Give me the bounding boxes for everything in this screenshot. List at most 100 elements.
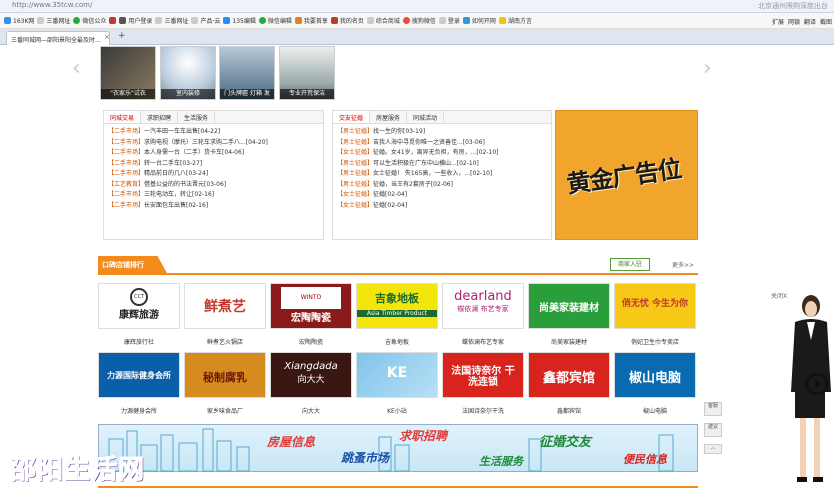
shop-name[interactable]: 宏陶陶瓷: [270, 337, 352, 346]
carousel-next-icon[interactable]: ›: [703, 56, 712, 81]
shop-logo[interactable]: 俏无忧 今生为你: [614, 283, 696, 329]
shop-name[interactable]: 康辉旅行社: [98, 337, 180, 346]
bookmark[interactable]: 登录: [438, 16, 460, 25]
photo-item[interactable]: 室内装修: [160, 46, 216, 100]
bookmark[interactable]: 搜狗微信: [402, 16, 436, 25]
list-item[interactable]: 【男士征婚】找一生的你[03-19]: [333, 127, 551, 138]
bank-button[interactable]: 网银: [788, 17, 800, 26]
bookmark[interactable]: 微信公众: [73, 16, 106, 25]
shop-logo[interactable]: 秘制腐乳: [184, 352, 266, 398]
bookmark[interactable]: 我的名页: [330, 16, 364, 25]
tab-events[interactable]: 同城活动: [407, 111, 445, 123]
url-text[interactable]: http://www.35tcw.com/: [12, 1, 92, 9]
bookmark[interactable]: [109, 17, 117, 24]
item-title[interactable]: 女士征婚！ 失165高，一些收入，...: [373, 170, 470, 177]
shop-name[interactable]: 力源健身会所: [98, 406, 180, 415]
item-title[interactable]: 找一生的你: [373, 128, 403, 135]
shop-name[interactable]: 家乡味食品厂: [184, 406, 266, 415]
item-title[interactable]: 可以生活积极在广东中山横山...: [373, 160, 457, 167]
banner-flea-market[interactable]: 跳蚤市场: [341, 449, 389, 466]
shop-name[interactable]: 俏妃卫生巾专卖店: [614, 337, 696, 346]
shop-name[interactable]: 吉象地板: [356, 337, 438, 346]
gold-ad-slot[interactable]: 黄金广告位: [555, 110, 698, 240]
list-item[interactable]: 【男士征婚】苦我人海中寻觅你唯一之贤善佳...[03-06]: [333, 138, 551, 149]
shop-logo[interactable]: 鑫都宾馆: [528, 352, 610, 398]
list-item[interactable]: 【工艺教育】借基公益的的书法晋元[03-06]: [104, 180, 323, 191]
item-title[interactable]: 征婚。女41岁，离异无负担，有房，...: [373, 149, 476, 156]
item-title[interactable]: 三轮电动车，转让: [144, 191, 192, 198]
more-link[interactable]: 更多>>: [672, 260, 694, 269]
shop-logo[interactable]: Xiangdada 向大大: [270, 352, 352, 398]
back-to-top-icon[interactable]: ︿: [704, 444, 722, 454]
customer-service-button[interactable]: 客服: [704, 402, 722, 416]
search-hint[interactable]: 北京通州限购深度出台: [758, 1, 828, 11]
bookmark[interactable]: 产品·云: [191, 16, 220, 25]
shop-logo[interactable]: 力源国际健身会所: [98, 352, 180, 398]
tab-life[interactable]: 生活服务: [178, 111, 216, 123]
banner-life-service[interactable]: 生活服务: [479, 453, 523, 469]
shop-name[interactable]: 法国诗奈尔干洗: [442, 406, 524, 415]
address-bar[interactable]: http://www.35tcw.com/ 北京通州限购深度出台: [0, 0, 834, 13]
new-tab-icon[interactable]: +: [118, 31, 126, 41]
item-title[interactable]: 长安面包车出售: [144, 202, 186, 209]
tab-dating[interactable]: 交友征婚: [333, 111, 371, 123]
extension-button[interactable]: 扩展: [772, 17, 784, 26]
item-title[interactable]: 征婚: [373, 191, 385, 198]
list-item[interactable]: 【二手市场】三轮电动车，转让[02-16]: [104, 190, 323, 201]
banner-housing[interactable]: 房屋信息: [267, 433, 315, 450]
bookmark[interactable]: 三番网址: [155, 16, 188, 25]
item-title[interactable]: 征婚: [373, 202, 385, 209]
list-item[interactable]: 【女士征婚】征婚[02-04]: [333, 201, 551, 212]
list-item[interactable]: 【女士征婚】征婚[02-04]: [333, 190, 551, 201]
list-item[interactable]: 【二手市场】长安面包车出售[02-16]: [104, 201, 323, 212]
banner-dating[interactable]: 征婚交友: [539, 431, 591, 450]
photo-item[interactable]: "衣家乐"试衣: [100, 46, 156, 100]
tab-active[interactable]: 三番同城网—邵阳景阳全最及时...: [6, 31, 110, 45]
shop-name[interactable]: KE小站: [356, 406, 438, 415]
shop-name[interactable]: 椒山电脑: [614, 406, 696, 415]
merchant-join-button[interactable]: 商家入驻: [610, 258, 650, 271]
bookmark[interactable]: 湖南方言: [498, 16, 532, 25]
photo-item[interactable]: 专业开荒保洁: [279, 46, 335, 100]
shop-name[interactable]: 向大大: [270, 406, 352, 415]
list-item[interactable]: 【男士征婚】女士征婚！ 失165高，一些收入，...[02-10]: [333, 169, 551, 180]
item-title[interactable]: 本人身需一台（二手）货卡车: [144, 149, 222, 156]
shop-logo[interactable]: 椒山电脑: [614, 352, 696, 398]
item-title[interactable]: 一汽丰田一车车出售: [144, 128, 198, 135]
shop-logo[interactable]: 吉象地板 Asia Timber Product: [356, 283, 438, 329]
shop-logo[interactable]: 尚美家装建材: [528, 283, 610, 329]
list-item[interactable]: 【二手市场】求购电视（摩托）三轮车求购二手八...[04-20]: [104, 138, 323, 149]
spokesperson-figure[interactable]: [785, 292, 833, 490]
item-title[interactable]: 借基公益的的书法晋元: [144, 181, 204, 188]
tab-trade[interactable]: 同城交易: [104, 111, 142, 123]
list-item[interactable]: 【二手市场】一汽丰田一车车出售[04-22]: [104, 127, 323, 138]
bookmark[interactable]: 135编辑: [223, 16, 256, 25]
shop-logo[interactable]: CCT 康辉旅游: [98, 283, 180, 329]
shop-name[interactable]: 鲜煮艺火锅店: [184, 337, 266, 346]
shop-logo[interactable]: 法国诗奈尔 干洗连锁: [442, 352, 524, 398]
shop-logo[interactable]: WINTO 宏陶陶瓷: [270, 283, 352, 329]
bookmark[interactable]: 163K网: [4, 16, 34, 25]
shop-name[interactable]: 鑫都宾馆: [528, 406, 610, 415]
list-item[interactable]: 【二手市场】本人身需一台（二手）货卡车[04-06]: [104, 148, 323, 159]
photo-item[interactable]: 门头牌匾 灯箱 发: [219, 46, 275, 100]
list-item[interactable]: 【男士征婚】征婚，当王有2套房子[02-06]: [333, 180, 551, 191]
translate-button[interactable]: 翻译: [804, 17, 816, 26]
shop-logo[interactable]: 鲜煮艺: [184, 283, 266, 329]
item-title[interactable]: 转一台二手车: [144, 160, 180, 167]
list-item[interactable]: 【女士征婚】征婚。女41岁，离异无负担，有房，...[02-10]: [333, 148, 551, 159]
bookmark[interactable]: 用户登录: [119, 16, 152, 25]
item-title[interactable]: 征婚，当王有2套房子: [373, 181, 431, 188]
carousel-prev-icon[interactable]: ‹: [72, 56, 81, 81]
feedback-button[interactable]: 建议: [704, 423, 722, 437]
tab-close-icon[interactable]: ×: [104, 33, 110, 41]
tab-jobs[interactable]: 求职招聘: [141, 111, 179, 123]
banner-jobs[interactable]: 求职招聘: [399, 427, 447, 444]
shop-logo[interactable]: dearland 蝶依澜 布艺专家: [442, 283, 524, 329]
item-title[interactable]: 求购电视（摩托）三轮车求购二手八...: [144, 139, 246, 146]
screenshot-button[interactable]: 截图: [820, 17, 832, 26]
list-item[interactable]: 【男士征婚】可以生活积极在广东中山横山...[02-10]: [333, 159, 551, 170]
shop-name[interactable]: 蝶依澜布艺专家: [442, 337, 524, 346]
list-item[interactable]: 【二手市场】转一台二手车[03-27]: [104, 159, 323, 170]
category-banner[interactable]: 房屋信息 求职招聘 跳蚤市场 生活服务 征婚交友 便民信息: [98, 424, 698, 472]
